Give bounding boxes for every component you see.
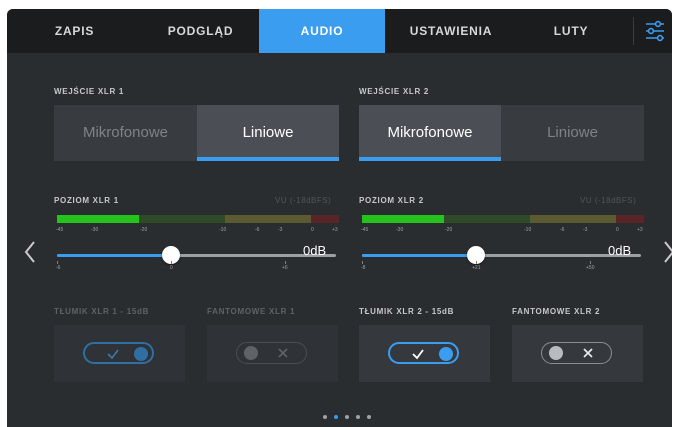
xlr1-phantom-label: FANTOMOWE XLR 1 [207,307,296,316]
meter-tick-label: -10 [524,227,532,233]
xlr2-vu-label: VU (-18dBFS) [580,196,637,205]
xlr2-mic-button[interactable]: Mikrofonowe [359,105,501,161]
tab-setup[interactable]: USTAWIENIA [385,9,517,53]
page-dot[interactable] [367,415,371,419]
meter-tick-label: +3 [637,227,643,233]
meter-green-active [362,215,444,223]
meter-red [311,215,339,223]
x-icon [583,348,593,358]
xlr2-audio-meter [362,215,644,223]
slider-scale-label: -8 [361,265,366,271]
slider-tick [362,261,363,264]
meter-green [139,215,225,223]
selected-indicator [359,157,501,161]
xlr2-attenuator-card [359,325,490,382]
toggle-knob [244,346,258,360]
meter-tick-label: -45 [361,227,369,233]
xlr2-gain-slider[interactable] [362,246,641,264]
xlr1-line-button[interactable]: Liniowe [197,105,339,161]
xlr1-gain-value: 0dB [303,243,327,258]
meter-tick-label: 0 [616,227,619,233]
xlr2-mic-label: Mikrofonowe [387,124,473,141]
xlr2-line-button[interactable]: Liniowe [501,105,644,161]
chevron-left-icon[interactable] [23,240,37,264]
meter-yellow [530,215,616,223]
camera-audio-screen: ZAPIS PODGLĄD AUDIO USTAWIENIA LUTY WEJŚ… [7,9,672,427]
xlr2-gain-value: 0dB [608,243,632,258]
toggle-knob [549,346,563,360]
x-icon [278,348,288,358]
slider-scale-label: +50 [586,265,595,271]
xlr1-audio-meter [57,215,339,223]
tab-bar: ZAPIS PODGLĄD AUDIO USTAWIENIA LUTY [7,9,672,53]
meter-tick-label: -30 [91,227,99,233]
tab-luts[interactable]: LUTY [517,9,625,53]
meter-tick-label: +3 [332,227,338,233]
sliders-icon[interactable] [641,15,669,47]
xlr2-phantom-label: FANTOMOWE XLR 2 [512,307,601,316]
meter-tick-label: 0 [311,227,314,233]
xlr2-phantom-toggle[interactable] [541,342,612,364]
xlr1-attenuator-card [54,325,185,382]
slider-fill [57,254,171,257]
xlr2-attenuator-toggle[interactable] [388,342,459,364]
xlr1-line-label: Liniowe [242,124,294,141]
meter-tick-label: -3 [278,227,283,233]
meter-tick-label: -6 [560,227,565,233]
tab-playback[interactable]: PODGLĄD [142,9,259,53]
meter-tick-label: -45 [56,227,64,233]
meter-tick-label: -20 [140,227,148,233]
slider-scale-label: 0 [170,265,173,271]
meter-tick-label: -10 [219,227,227,233]
page-dot[interactable] [334,415,338,419]
slider-tick [476,261,477,264]
xlr1-input-label: WEJŚCIE XLR 1 [54,87,125,96]
toggle-knob [134,347,148,361]
page-indicator [323,413,383,421]
tab-divider [633,17,634,45]
xlr1-mic-button[interactable]: Mikrofonowe [54,105,197,161]
slider-tick [171,261,172,264]
check-icon [412,349,424,360]
check-icon [107,349,119,360]
tab-record[interactable]: ZAPIS [7,9,142,53]
slider-tick [285,261,286,264]
slider-tick [57,261,58,264]
xlr2-input-label: WEJŚCIE XLR 2 [359,87,430,96]
meter-tick-label: -20 [445,227,453,233]
meter-tick-label: -3 [583,227,588,233]
xlr1-phantom-card [207,325,338,382]
tab-audio[interactable]: AUDIO [259,9,385,53]
page-dot[interactable] [345,415,349,419]
meter-yellow [225,215,311,223]
page-dot[interactable] [323,415,327,419]
chevron-right-icon[interactable] [662,240,672,264]
slider-scale-label: +6 [282,265,288,271]
xlr2-level-label: POZIOM XLR 2 [359,196,424,205]
slider-fill [362,254,476,257]
xlr1-phantom-toggle[interactable] [236,342,307,364]
slider-tick [590,261,591,264]
meter-green [444,215,530,223]
slider-scale-label: +21 [472,265,481,271]
selected-indicator [197,157,339,161]
toggle-knob [439,347,453,361]
xlr1-level-label: POZIOM XLR 1 [54,196,119,205]
meter-tick-label: -6 [255,227,260,233]
xlr1-gain-slider[interactable] [57,246,336,264]
xlr2-phantom-card [512,325,643,382]
xlr1-attenuator-toggle[interactable] [83,342,154,364]
xlr2-attenuator-label: TŁUMIK XLR 2 - 15dB [359,307,455,316]
xlr1-vu-label: VU (-18dBFS) [275,196,332,205]
page-dot[interactable] [356,415,360,419]
meter-tick-label: -30 [396,227,404,233]
xlr1-attenuator-label: TŁUMIK XLR 1 - 15dB [54,307,150,316]
meter-red [616,215,644,223]
meter-green-active [57,215,139,223]
slider-scale-label: -6 [56,265,61,271]
